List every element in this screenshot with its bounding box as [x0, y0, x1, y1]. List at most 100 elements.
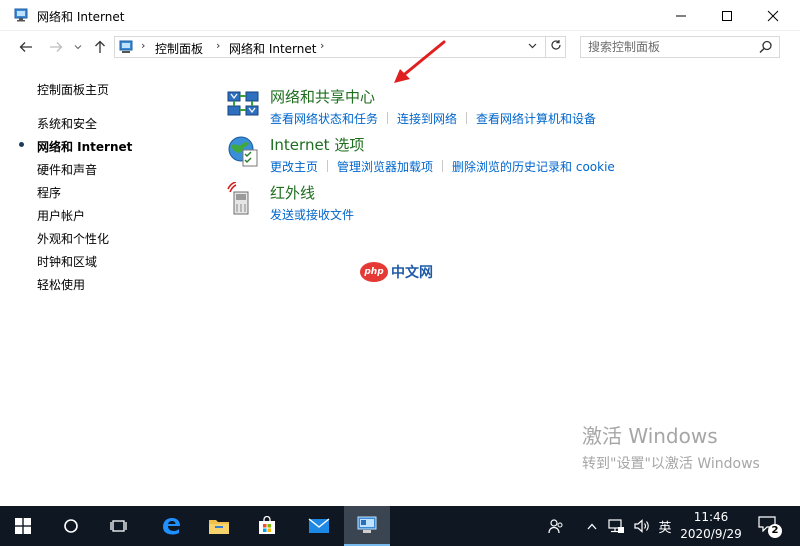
- category-links: 更改主页 管理浏览器加载项 删除浏览的历史记录和 cookie: [270, 158, 615, 175]
- activation-title: 激活 Windows: [582, 424, 718, 448]
- folder-icon: [209, 520, 229, 534]
- clock-date: 2020/9/29: [680, 527, 742, 541]
- infrared-icon: [227, 182, 249, 215]
- network-sharing-center-icon: [227, 91, 259, 116]
- nav-network-internet[interactable]: 网络和 Internet: [37, 138, 132, 155]
- control-panel-icon: [357, 516, 377, 533]
- nav-clock-region[interactable]: 时钟和区域: [37, 253, 97, 270]
- start-button[interactable]: [0, 506, 46, 546]
- maximize-icon: [722, 10, 732, 21]
- control-panel-taskbar-button[interactable]: [344, 506, 390, 546]
- clock-time: 11:46: [693, 510, 729, 524]
- nav-system-security[interactable]: 系统和安全: [37, 115, 97, 132]
- system-clock[interactable]: 11:46 2020/9/29: [676, 509, 746, 543]
- minimize-icon: [676, 15, 686, 16]
- chevron-down-icon: [528, 43, 536, 49]
- category-title[interactable]: 网络和共享中心: [270, 86, 375, 107]
- forward-button[interactable]: [46, 37, 66, 57]
- nav-hardware-sound[interactable]: 硬件和声音: [37, 161, 97, 178]
- nav-appearance-personalization[interactable]: 外观和个性化: [37, 230, 109, 247]
- category-title[interactable]: Internet 选项: [270, 134, 364, 155]
- nav-programs[interactable]: 程序: [37, 184, 61, 201]
- category-title[interactable]: 红外线: [270, 182, 315, 203]
- file-explorer-button[interactable]: [196, 506, 242, 546]
- minimize-button[interactable]: [658, 0, 704, 31]
- link-view-network-computers[interactable]: 查看网络计算机和设备: [476, 112, 596, 126]
- link-divider: [466, 112, 468, 124]
- speaker-icon: [634, 519, 649, 533]
- title-bar: 网络和 Internet: [0, 0, 800, 31]
- taskbar-search-button[interactable]: [48, 506, 94, 546]
- network-ethernet-icon: [608, 519, 624, 533]
- action-center-button[interactable]: 2: [758, 516, 782, 538]
- control-panel-icon: [119, 40, 133, 53]
- notification-count-badge: 2: [768, 524, 782, 538]
- annotation-arrow-icon: [394, 40, 446, 83]
- php-logo: php: [360, 262, 388, 282]
- breadcrumb-separator-icon[interactable]: ›: [216, 39, 220, 52]
- address-dropdown-button[interactable]: [523, 38, 541, 52]
- taskbar: 英 11:46 2020/9/29 2: [0, 506, 800, 546]
- link-send-receive-files[interactable]: 发送或接收文件: [270, 208, 354, 222]
- address-bar[interactable]: › 控制面板 › 网络和 Internet ›: [114, 36, 566, 58]
- activation-subtitle: 转到"设置"以激活 Windows: [582, 456, 760, 472]
- up-button[interactable]: [90, 37, 110, 57]
- category-links: 发送或接收文件: [270, 206, 354, 223]
- breadcrumb-separator-icon[interactable]: ›: [141, 39, 145, 52]
- back-button[interactable]: [16, 37, 36, 57]
- refresh-button[interactable]: [545, 37, 565, 57]
- internet-options-globe-icon: [228, 136, 258, 167]
- store-button[interactable]: [244, 506, 290, 546]
- link-connect-to-network[interactable]: 连接到网络: [397, 112, 457, 126]
- store-bag-icon: [259, 516, 275, 534]
- activation-watermark: 激活 Windows 转到"设置"以激活 Windows: [582, 420, 760, 473]
- chevron-down-icon: [74, 45, 82, 50]
- search-icon[interactable]: [759, 40, 773, 54]
- link-change-homepage[interactable]: 更改主页: [270, 160, 318, 174]
- task-view-icon: [110, 520, 127, 532]
- people-icon: [548, 519, 563, 534]
- close-button[interactable]: [750, 0, 796, 31]
- link-divider: [387, 112, 389, 124]
- close-icon: [767, 10, 779, 21]
- arrow-left-icon: [19, 42, 32, 52]
- arrow-right-icon: [50, 42, 63, 52]
- php-watermark: php 中文网: [360, 262, 433, 282]
- active-bullet-icon: [19, 142, 24, 147]
- nav-ease-of-access[interactable]: 轻松使用: [37, 276, 85, 293]
- search-box[interactable]: [580, 36, 780, 58]
- maximize-button[interactable]: [704, 0, 750, 31]
- link-delete-history[interactable]: 删除浏览的历史记录和 cookie: [452, 160, 615, 174]
- search-input[interactable]: [581, 37, 755, 57]
- mail-envelope-icon: [308, 518, 330, 533]
- show-hidden-icons-button[interactable]: [582, 506, 602, 546]
- ime-indicator[interactable]: 英: [654, 506, 676, 546]
- volume-button[interactable]: [630, 506, 654, 546]
- link-view-network-status[interactable]: 查看网络状态和任务: [270, 112, 378, 126]
- link-divider: [442, 160, 444, 172]
- people-button[interactable]: [544, 506, 568, 546]
- watermark-text: 中文网: [391, 265, 433, 281]
- recent-locations-button[interactable]: [68, 37, 88, 57]
- nav-control-panel-home[interactable]: 控制面板主页: [37, 81, 109, 98]
- nav-user-accounts[interactable]: 用户帐户: [37, 207, 85, 224]
- left-navigation: 控制面板主页 系统和安全 网络和 Internet 硬件和声音 程序 用户帐户 …: [0, 63, 200, 493]
- edge-browser-icon: [163, 518, 180, 535]
- task-view-button[interactable]: [96, 506, 142, 546]
- breadcrumb-network-internet[interactable]: 网络和 Internet: [229, 40, 316, 57]
- category-links: 查看网络状态和任务 连接到网络 查看网络计算机和设备: [270, 110, 596, 127]
- arrow-up-icon: [95, 40, 105, 53]
- mail-button[interactable]: [296, 506, 342, 546]
- breadcrumb-separator-icon[interactable]: ›: [320, 39, 324, 52]
- cortana-circle-icon: [64, 519, 78, 533]
- link-manage-addons[interactable]: 管理浏览器加载项: [337, 160, 433, 174]
- edge-button[interactable]: [148, 506, 194, 546]
- window-title: 网络和 Internet: [37, 10, 125, 24]
- link-divider: [327, 160, 329, 172]
- control-panel-icon: [14, 8, 28, 22]
- breadcrumb-control-panel[interactable]: 控制面板: [155, 40, 203, 57]
- windows-logo-icon: [15, 518, 31, 534]
- chevron-up-icon: [587, 523, 597, 529]
- network-tray-button[interactable]: [604, 506, 628, 546]
- refresh-icon: [550, 40, 561, 50]
